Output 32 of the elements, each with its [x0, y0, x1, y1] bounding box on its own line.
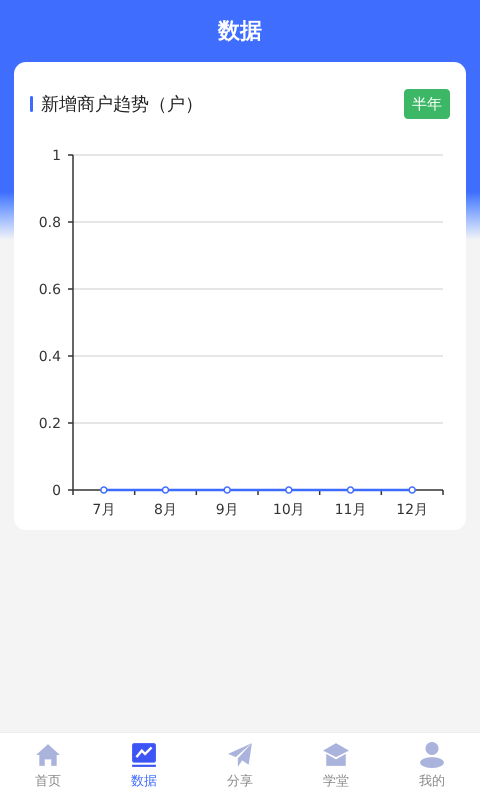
home-icon — [35, 742, 61, 768]
user-icon — [419, 742, 445, 768]
axis-label: 8月 — [154, 502, 177, 518]
graduation-cap-icon — [323, 742, 349, 768]
paper-plane-icon — [227, 742, 253, 768]
chart-icon — [131, 742, 157, 768]
card-title: 新增商户趋势（户） — [41, 92, 203, 116]
nav-tab[interactable]: 学堂 — [288, 733, 384, 800]
data-point — [100, 486, 108, 494]
data-point — [162, 486, 170, 494]
data-point — [223, 486, 231, 494]
nav-tab[interactable]: 首页 — [0, 733, 96, 800]
axis-label: 10月 — [272, 502, 305, 518]
axis-label: 0.4 — [38, 349, 61, 365]
data-point — [346, 486, 354, 494]
axis-label: 1 — [52, 148, 61, 164]
axis-label: 0.6 — [38, 282, 61, 298]
period-button[interactable]: 半年 — [404, 89, 450, 119]
data-point — [285, 486, 293, 494]
page-title: 数据 — [218, 18, 262, 46]
axis-label: 0.8 — [38, 215, 61, 231]
axis-label: 9月 — [216, 502, 239, 518]
nav-tab[interactable]: 分享 — [192, 733, 288, 800]
axis-label: 0.2 — [38, 416, 61, 432]
axis-label: 11月 — [334, 502, 366, 518]
data-point — [408, 486, 416, 494]
nav-tab[interactable]: 我的 — [384, 733, 480, 800]
axis-label: 7月 — [92, 502, 116, 518]
axis-label: 0 — [52, 483, 61, 499]
accent-bar — [30, 96, 33, 112]
nav-tab[interactable]: 数据 — [96, 733, 192, 800]
axis-label: 12月 — [396, 502, 428, 518]
